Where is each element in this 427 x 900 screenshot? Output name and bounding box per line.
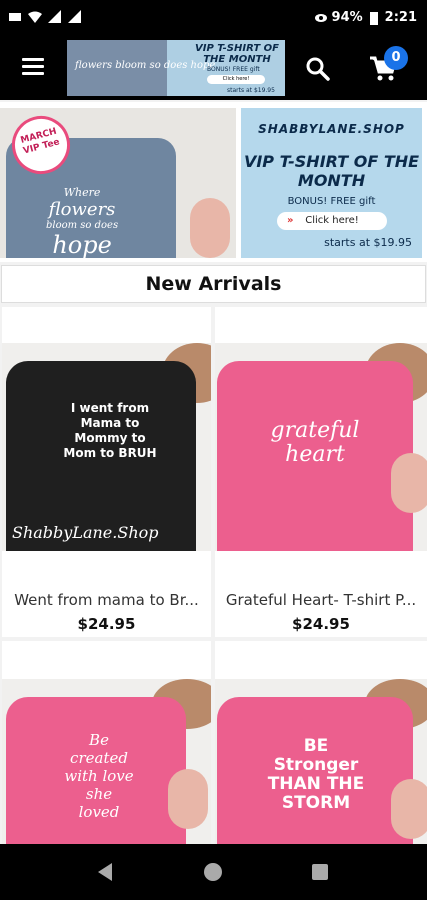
product-card[interactable]: grateful heart Grateful Heart- T-shirt P… [215,307,427,637]
hamburger-menu-icon[interactable] [22,58,44,78]
flowers-decoration [168,769,208,829]
hero-banner[interactable]: Where flowers bloom so does hope MARCH V… [0,102,427,262]
flowers-decoration [391,779,427,839]
content: Where flowers bloom so does hope MARCH V… [0,100,427,844]
product-card[interactable]: I went from Mama to Mommy to Mom to BRUH… [2,307,211,637]
notification-icon [9,13,21,21]
search-icon[interactable] [305,56,331,82]
product-name: Went from mama to Br... [14,591,199,609]
hero-bonus: BONUS! FREE gift [287,196,376,207]
logo-banner[interactable]: flowers bloom so does hope VIP T-SHIRT O… [67,40,285,96]
status-bar: 94% 2:21 [0,0,427,38]
product-print: BE Stronger THAN THE STORM [267,736,365,813]
logo-button: Click here! [207,75,265,84]
logo-headline: VIP T-SHIRT OF THE MONTH [195,43,279,65]
hero-click-button[interactable]: Click here! [277,212,387,230]
logo-bonus: BONUS! FREE gift [207,66,260,73]
logo-price: starts at $19.95 [227,87,275,94]
hero-promo: SHABBYLANE.SHOP VIP T-SHIRT OF THE MONTH… [241,108,422,258]
hero-tee-line-4: hope [52,231,112,258]
cart-count-badge: 0 [384,46,408,70]
product-image: Be created with love she loved [2,679,211,844]
wifi-icon [28,11,42,23]
flowers-decoration [391,453,427,513]
section-title: New Arrivals [1,265,426,303]
eye-icon [314,13,327,22]
product-print: I went from Mama to Mommy to Mom to BRUH [63,401,157,460]
home-icon[interactable] [199,858,227,886]
product-price: $24.95 [292,615,350,633]
hero-image: Where flowers bloom so does hope MARCH V… [0,108,236,258]
hero-site: SHABBYLANE.SHOP [258,122,405,136]
battery-percent: 94% [331,10,363,25]
product-watermark: ShabbyLane.Shop [12,523,159,542]
app-bar: flowers bloom so does hope VIP T-SHIRT O… [0,38,427,100]
clock: 2:21 [384,10,417,25]
hero-title: VIP T-SHIRT OF THE MONTH [243,152,420,190]
signal-icon [48,10,61,23]
product-card[interactable]: Be created with love she loved [2,641,211,844]
product-print: Be created with love she loved [64,731,134,821]
product-image: BE Stronger THAN THE STORM [215,679,427,844]
product-name: Grateful Heart- T-shirt P... [225,591,417,609]
product-image: grateful heart [215,343,427,551]
hero-tee-text: Where flowers bloom so does hope [46,186,118,258]
back-icon[interactable] [92,858,120,886]
flowers-decoration [190,198,230,258]
hero-tee-line-1: Where [63,186,101,199]
product-card[interactable]: BE Stronger THAN THE STORM [215,641,427,844]
battery-icon [369,11,378,25]
recents-icon[interactable] [306,858,334,886]
hero-tee-line-3: bloom so does [46,220,119,231]
product-image: I went from Mama to Mommy to Mom to BRUH… [2,343,211,551]
product-print: grateful heart [270,418,360,467]
product-price: $24.95 [77,615,136,633]
hero-price: starts at $19.95 [324,236,412,249]
navigation-bar [0,844,427,900]
hero-tee-line-2: flowers [48,199,116,220]
signal-icon-2 [68,10,81,23]
